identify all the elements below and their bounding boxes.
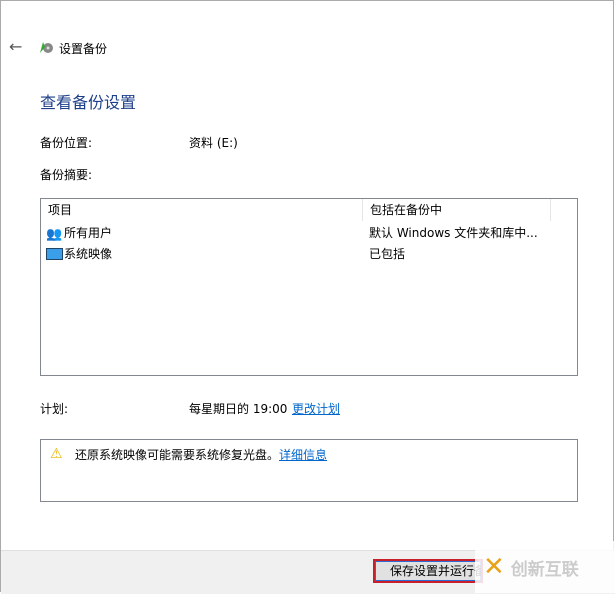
location-value: 资料 (E:) [189, 136, 238, 150]
summary-list[interactable]: 项目 包括在备份中 👥 所有用户 默认 Windows 文件夹和库中... 系统… [40, 198, 578, 376]
monitor-icon [46, 248, 63, 260]
schedule-label: 计划: [40, 402, 69, 416]
item-included: 默认 Windows 文件夹和库中... [369, 226, 538, 240]
back-arrow-icon[interactable]: ← [9, 37, 22, 56]
backup-app-icon [40, 42, 53, 53]
watermark-text: 创新互联 [510, 559, 579, 580]
users-icon: 👥 [46, 227, 63, 242]
schedule-value: 每星期日的 19:00 [189, 402, 288, 416]
list-item[interactable]: 系统映像 已包括 [46, 244, 576, 264]
warning-icon: ⚠ [50, 446, 63, 462]
page-title: 查看备份设置 [40, 93, 137, 112]
location-label: 备份位置: [40, 136, 93, 150]
change-schedule-link[interactable]: 更改计划 [292, 400, 340, 417]
watermark-logo-icon: ✕ [483, 552, 505, 582]
column-header-included[interactable]: 包括在备份中 [363, 199, 551, 221]
summary-label: 备份摘要: [40, 168, 93, 182]
details-link[interactable]: 详细信息 [279, 446, 327, 463]
watermark: ✕ 创新互联 [475, 541, 616, 593]
window-title: 设置备份 [59, 42, 108, 56]
save-and-run-button[interactable]: 保存设置并运行备份 [373, 559, 483, 583]
column-header-item[interactable]: 项目 [41, 199, 363, 221]
item-name: 所有用户 [64, 226, 113, 240]
warning-text: 还原系统映像可能需要系统修复光盘。 [75, 448, 280, 462]
backup-window: ← 设置备份 查看备份设置 备份位置: 资料 (E:) 备份摘要: 项目 包括在… [0, 0, 616, 594]
warning-box: ⚠ 还原系统映像可能需要系统修复光盘。 详细信息 [40, 439, 578, 502]
item-name: 系统映像 [64, 247, 113, 261]
item-included: 已包括 [369, 247, 406, 261]
list-item[interactable]: 👥 所有用户 默认 Windows 文件夹和库中... [46, 223, 576, 243]
